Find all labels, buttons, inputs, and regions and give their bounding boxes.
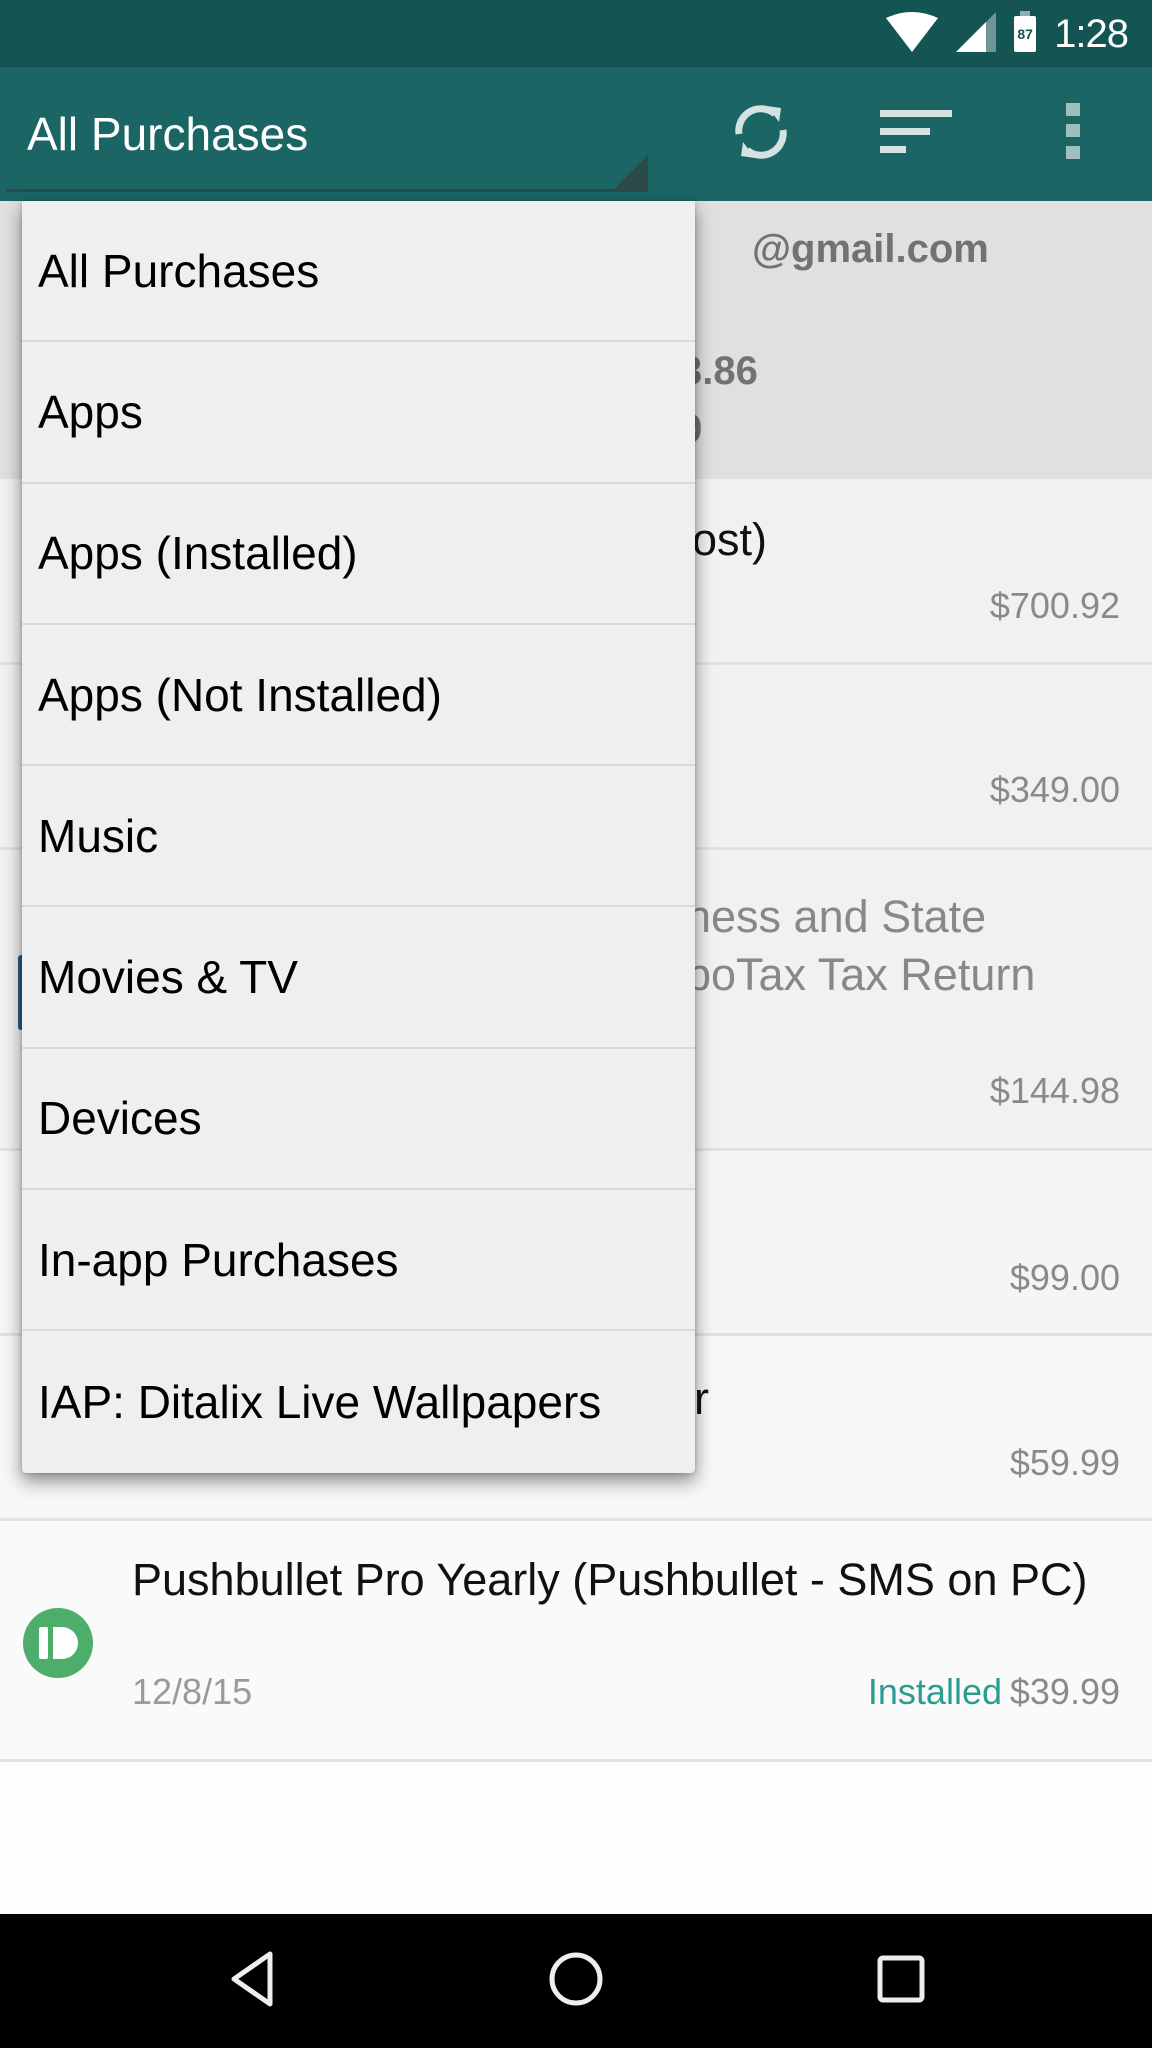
item-price: $59.99	[1009, 1442, 1120, 1483]
installed-status: Installed	[867, 1671, 1002, 1712]
back-icon	[228, 1951, 278, 2012]
item-title: ost)	[692, 514, 768, 565]
sort-icon	[880, 108, 952, 161]
refresh-button[interactable]	[716, 89, 806, 179]
system-nav-bar	[0, 1914, 1152, 2048]
battery-icon: 87	[1014, 11, 1037, 52]
home-button[interactable]	[531, 1936, 621, 2026]
pushbullet-icon	[22, 1607, 94, 1684]
item-price: $99.00	[1009, 1257, 1120, 1298]
spinner-arrow-icon	[612, 155, 648, 191]
spinner-underline	[6, 189, 646, 192]
sort-button[interactable]	[871, 89, 961, 179]
item-price: $700.92	[989, 585, 1120, 626]
dropdown-option-music[interactable]: Music	[22, 766, 695, 908]
list-item[interactable]: Pushbullet Pro Yearly (Pushbullet - SMS …	[0, 1521, 1152, 1762]
category-dropdown-menu: All Purchases Apps Apps (Installed) Apps…	[22, 201, 695, 1473]
account-email: @gmail.com	[752, 227, 989, 271]
item-title: ness and State poTax Tax Return	[686, 891, 1036, 1000]
item-title: r	[694, 1373, 709, 1424]
item-title: Pushbullet Pro Yearly (Pushbullet - SMS …	[132, 1554, 1088, 1605]
dropdown-option-all-purchases[interactable]: All Purchases	[22, 201, 695, 343]
dropdown-option-movies-tv[interactable]: Movies & TV	[22, 907, 695, 1049]
status-bar: 87 1:28	[0, 0, 1152, 67]
dropdown-option-in-app-purchases[interactable]: In-app Purchases	[22, 1190, 695, 1332]
clock: 1:28	[1054, 11, 1129, 56]
back-button[interactable]	[208, 1936, 298, 2026]
status-icons: 87 1:28	[886, 11, 1129, 57]
dropdown-option-iap-ditalix[interactable]: IAP: Ditalix Live Wallpapers	[22, 1331, 695, 1472]
dropdown-option-devices[interactable]: Devices	[22, 1049, 695, 1191]
item-price: $39.99	[1009, 1671, 1120, 1712]
cell-signal-icon	[956, 11, 997, 57]
app-bar: All Purchases	[0, 67, 1152, 201]
more-options-button[interactable]	[1029, 89, 1119, 179]
more-vert-icon	[1066, 102, 1082, 166]
list-empty-space	[0, 1762, 1152, 1914]
item-price: $349.00	[989, 769, 1120, 810]
recents-button[interactable]	[856, 1936, 946, 2026]
item-date: 12/8/15	[132, 1671, 253, 1712]
category-spinner[interactable]: All Purchases	[0, 67, 650, 201]
home-icon	[548, 1951, 604, 2012]
spinner-selected-label: All Purchases	[27, 108, 309, 160]
refresh-icon	[729, 100, 793, 169]
dropdown-option-apps[interactable]: Apps	[22, 342, 695, 484]
dropdown-option-apps-not-installed[interactable]: Apps (Not Installed)	[22, 625, 695, 767]
wifi-icon	[886, 11, 939, 57]
dropdown-option-apps-installed[interactable]: Apps (Installed)	[22, 484, 695, 625]
recents-icon	[876, 1954, 926, 2009]
item-price: $144.98	[989, 1070, 1120, 1111]
